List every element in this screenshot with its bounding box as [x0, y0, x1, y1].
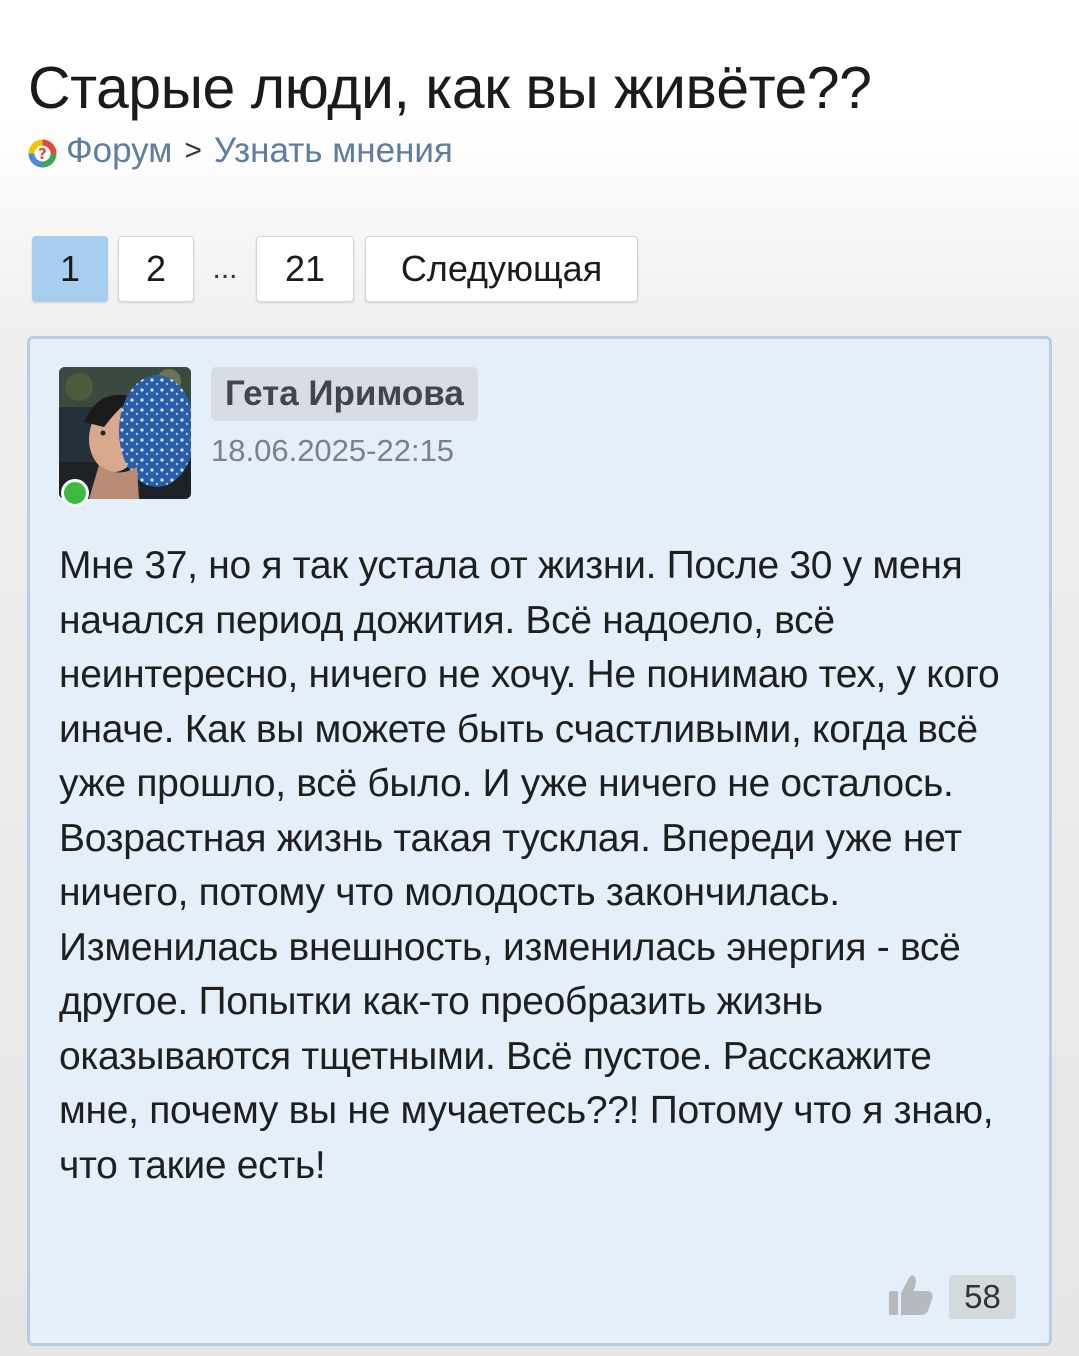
breadcrumb: ? Форум > Узнать мнения [28, 131, 453, 171]
forum-post: Гета Иримова 18.06.2025-22:15 Мне 37, но… [27, 336, 1052, 1346]
next-page-button[interactable]: Следующая [365, 236, 638, 302]
page-title: Старые люди, как вы живёте?? [28, 55, 872, 121]
pagination-ellipsis: ... [212, 252, 238, 285]
forum-question-icon: ? [28, 137, 57, 167]
page-button-last[interactable]: 21 [256, 236, 354, 302]
page-button-1[interactable]: 1 [32, 236, 108, 302]
breadcrumb-separator: > [184, 134, 202, 167]
thumbs-up-icon[interactable] [888, 1273, 934, 1317]
online-status-indicator [61, 479, 89, 507]
pagination: 1 2 ... 21 Следующая [32, 236, 638, 302]
breadcrumb-forum-link[interactable]: Форум [66, 131, 172, 171]
svg-text:?: ? [38, 145, 47, 163]
page-button-2[interactable]: 2 [118, 236, 194, 302]
post-text: Мне 37, но я так устала от жизни. После … [59, 544, 1000, 1187]
post-body: Мне 37, но я так устала от жизни. После … [59, 539, 1019, 1193]
like-count: 58 [949, 1275, 1016, 1319]
author-name[interactable]: Гета Иримова [211, 367, 478, 421]
breadcrumb-section-link[interactable]: Узнать мнения [214, 131, 453, 171]
post-date: 18.06.2025-22:15 [211, 433, 455, 468]
